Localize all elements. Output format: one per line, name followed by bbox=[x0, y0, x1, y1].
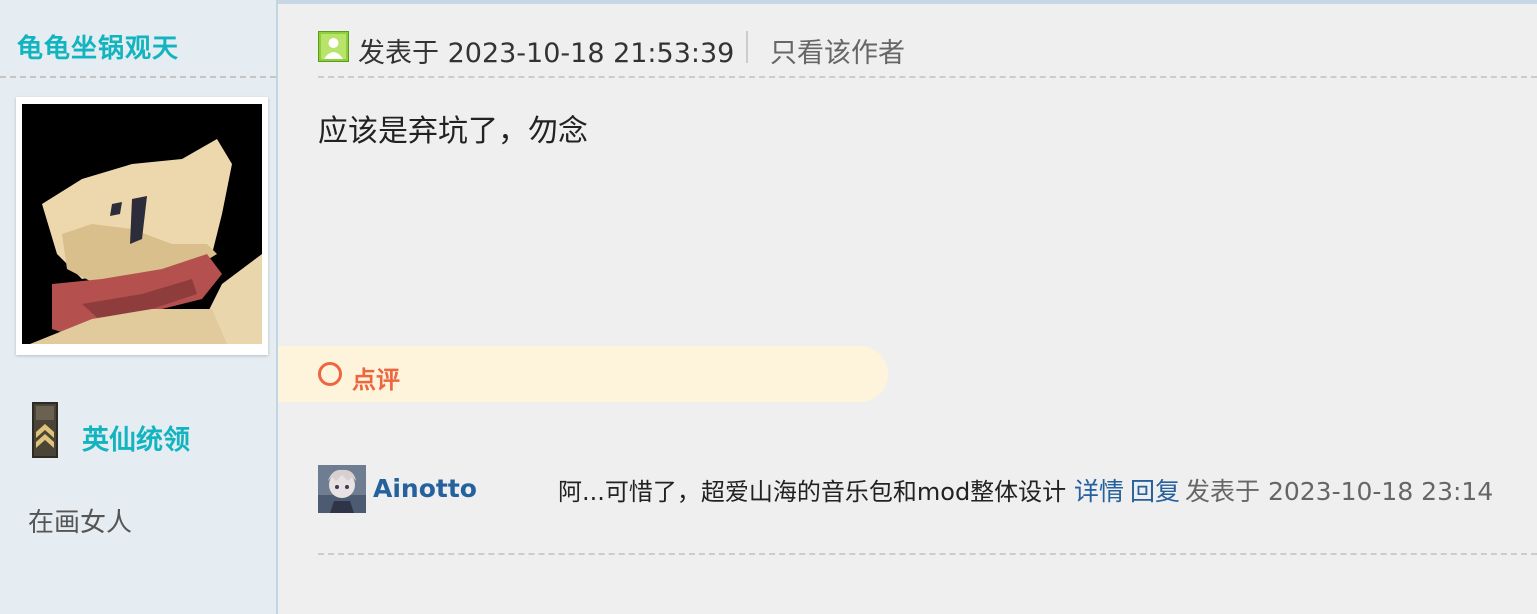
comment-timestamp: 发表于 2023-10-18 23:14 bbox=[1185, 477, 1494, 506]
rank-title[interactable]: 英仙统领 bbox=[82, 418, 190, 457]
hooded-character-avatar-icon bbox=[22, 104, 262, 344]
post-content: 应该是弃坑了，勿念 bbox=[318, 114, 588, 149]
view-author-only-link[interactable]: 只看该作者 bbox=[770, 31, 905, 70]
online-status-icon bbox=[318, 31, 349, 62]
author-username[interactable]: 龟龟坐锅观天 bbox=[17, 28, 179, 65]
forum-post-page: 龟龟坐锅观天 英仙统领 在画女人 发表于 2023-10-18 21:53:39… bbox=[0, 0, 1537, 614]
user-custom-title: 在画女人 bbox=[28, 508, 133, 538]
comment-divider bbox=[318, 553, 1537, 555]
post-header-divider bbox=[318, 76, 1537, 78]
post-timestamp: 发表于 2023-10-18 21:53:39 bbox=[358, 38, 735, 69]
sidebar-divider bbox=[0, 76, 276, 78]
top-border bbox=[278, 0, 1537, 4]
meta-separator bbox=[746, 31, 748, 63]
comment-reply-link[interactable]: 回复 bbox=[1130, 472, 1180, 508]
author-avatar[interactable] bbox=[16, 97, 268, 355]
comment-circle-icon bbox=[318, 362, 342, 386]
commenter-name[interactable]: Ainotto bbox=[373, 474, 477, 503]
commenter-avatar[interactable] bbox=[318, 465, 366, 513]
commenter-avatar-icon bbox=[318, 465, 366, 513]
comment-details-link[interactable]: 详情 bbox=[1074, 472, 1124, 508]
rank-insignia-icon bbox=[32, 402, 58, 462]
author-sidebar: 龟龟坐锅观天 英仙统领 在画女人 bbox=[0, 0, 278, 614]
comment-section-label: 点评 bbox=[352, 366, 400, 394]
comment-text: 阿...可惜了，超爱山海的音乐包和mod整体设计 bbox=[558, 478, 1067, 506]
